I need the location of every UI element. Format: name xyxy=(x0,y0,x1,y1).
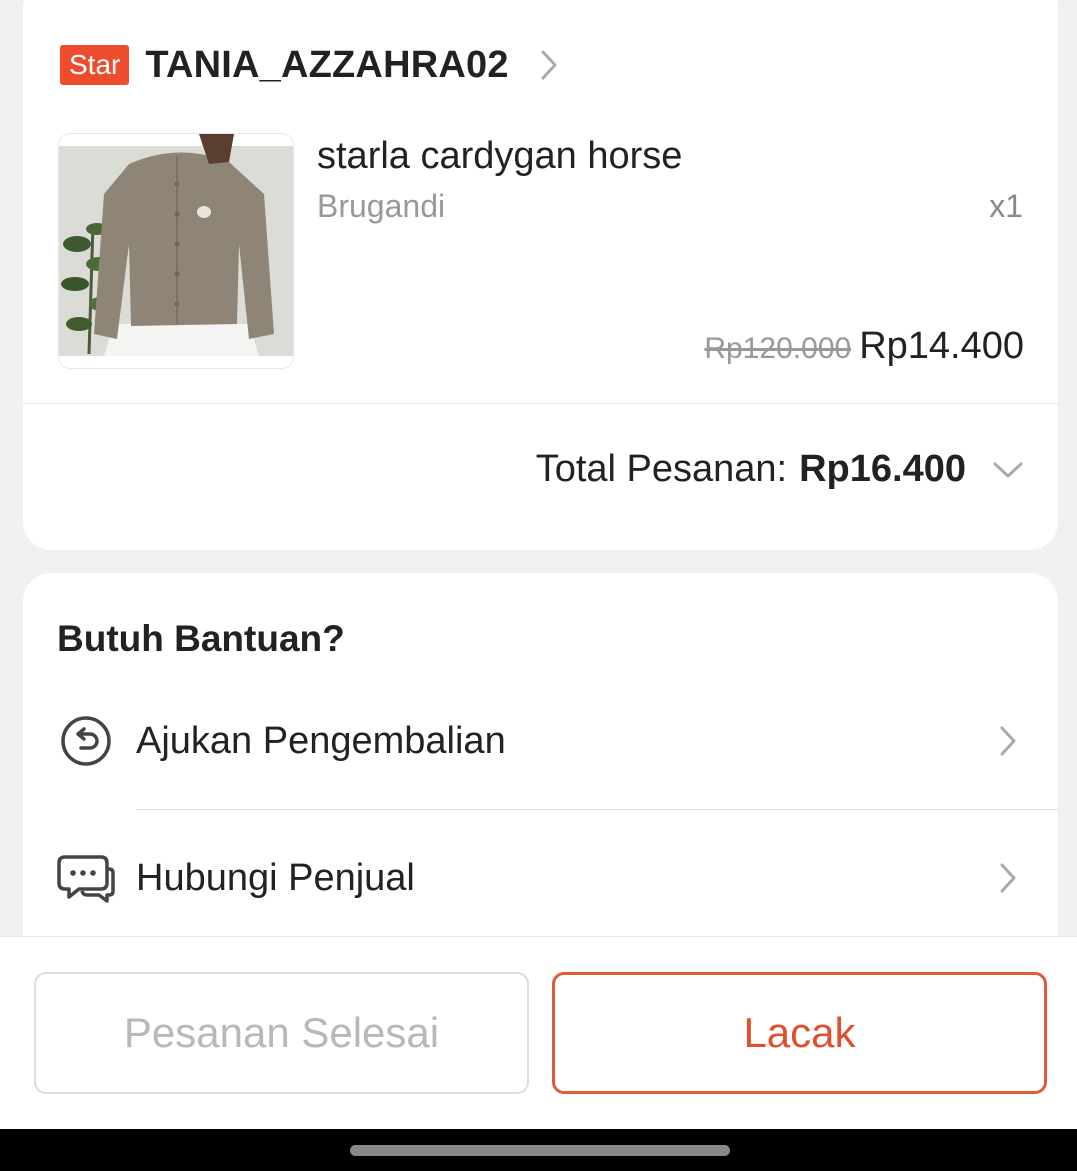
original-price: Rp120.000 xyxy=(704,332,852,365)
product-name[interactable]: starla cardygan horse xyxy=(317,135,682,178)
bottom-action-bar: Pesanan Selesai Lacak xyxy=(0,936,1077,1129)
divider xyxy=(23,403,1058,404)
discounted-price: Rp14.400 xyxy=(859,325,1024,367)
divider xyxy=(136,809,1058,810)
track-button[interactable]: Lacak xyxy=(552,972,1047,1094)
product-thumbnail[interactable] xyxy=(58,133,294,369)
order-total-label: Total Pesanan: xyxy=(535,448,788,490)
order-total-value: Rp16.400 xyxy=(799,448,966,490)
shop-header[interactable]: Star TANIA_AZZAHRA02 xyxy=(60,42,561,88)
order-detail-page: Star TANIA_AZZAHRA02 starla cardygan hor… xyxy=(0,0,1077,1171)
help-card: Butuh Bantuan? Ajukan Pengembalian Hubun… xyxy=(23,573,1058,993)
system-navigation-bar xyxy=(0,1129,1077,1171)
contact-seller-item[interactable]: Hubungi Penjual xyxy=(23,828,1058,928)
order-card: Star TANIA_AZZAHRA02 starla cardygan hor… xyxy=(23,0,1058,550)
order-total-row[interactable]: Total Pesanan: Rp16.400 xyxy=(536,448,1024,491)
chevron-right-icon xyxy=(998,861,1020,895)
chat-icon xyxy=(57,849,115,907)
chevron-down-icon[interactable] xyxy=(992,460,1024,480)
shop-name[interactable]: TANIA_AZZAHRA02 xyxy=(145,44,508,87)
return-request-label: Ajukan Pengembalian xyxy=(136,719,506,762)
price-row: Rp120.000 Rp14.400 xyxy=(704,325,1024,368)
product-quantity: x1 xyxy=(989,188,1023,224)
chevron-right-icon[interactable] xyxy=(539,48,561,82)
star-seller-badge: Star xyxy=(60,45,130,85)
return-request-item[interactable]: Ajukan Pengembalian xyxy=(23,691,1058,791)
home-indicator[interactable] xyxy=(350,1145,730,1156)
product-variant: Brugandi xyxy=(317,188,446,224)
chevron-right-icon xyxy=(998,724,1020,758)
contact-seller-label: Hubungi Penjual xyxy=(136,856,415,899)
return-icon xyxy=(57,712,115,770)
help-title: Butuh Bantuan? xyxy=(57,618,345,659)
order-completed-button[interactable]: Pesanan Selesai xyxy=(34,972,529,1094)
